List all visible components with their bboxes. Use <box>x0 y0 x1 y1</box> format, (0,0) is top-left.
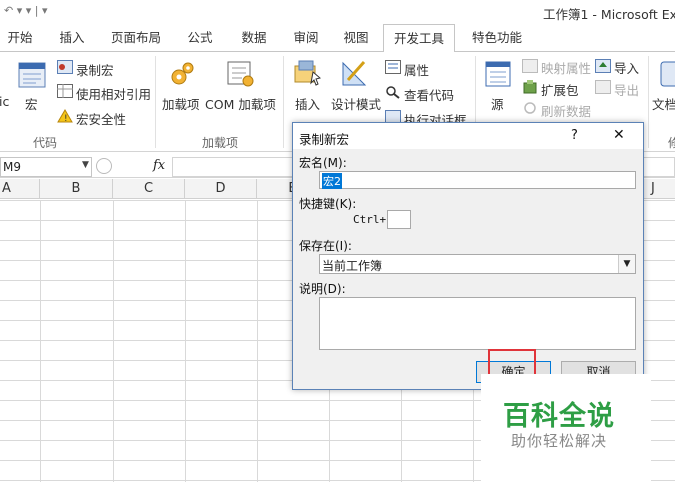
com-addins-button[interactable]: COM 加载项 <box>205 94 276 113</box>
grid-line <box>185 200 186 482</box>
column-header[interactable]: A <box>0 179 40 199</box>
tab-insert[interactable]: 插入 <box>52 24 92 52</box>
design-mode-button[interactable]: 设计模式 <box>331 94 381 113</box>
tab-page-layout[interactable]: 页面布局 <box>106 24 166 52</box>
tab-home[interactable]: 开始 <box>0 24 40 52</box>
map-properties-button[interactable]: 映射属性 <box>541 58 591 77</box>
chevron-down-icon[interactable]: ▼ <box>618 255 635 273</box>
dialog-title-bar: 录制新宏 ? ✕ <box>293 123 643 149</box>
macro-button[interactable]: 宏 <box>25 94 38 113</box>
window-title: 工作簿1 - Microsoft Ex <box>543 7 675 22</box>
com-addins-icon <box>225 60 255 88</box>
expansion-pack-icon <box>522 80 538 94</box>
macro-name-label: 宏名(M): <box>299 156 347 170</box>
cancel-circle-icon[interactable] <box>96 158 112 174</box>
grid-line <box>257 200 258 482</box>
insert-controls-button[interactable]: 插入 <box>295 94 320 113</box>
export-button[interactable]: 导出 <box>614 80 639 99</box>
relative-reference-button[interactable]: 使用相对引用 <box>76 84 151 103</box>
tab-formulas[interactable]: 公式 <box>180 24 220 52</box>
watermark-subtitle: 助你轻松解决 <box>511 432 608 450</box>
tab-review[interactable]: 审阅 <box>286 24 326 52</box>
ribbon-separator <box>648 56 649 148</box>
svg-text:!: ! <box>64 114 68 123</box>
group-modify-label: 修 <box>667 136 675 150</box>
relative-reference-icon <box>57 84 73 98</box>
ribbon-tabs: 开始 插入 页面布局 公式 数据 审阅 视图 开发工具 特色功能 <box>0 24 675 53</box>
view-code-button[interactable]: 查看代码 <box>404 85 454 104</box>
source-button[interactable]: 源 <box>491 94 504 113</box>
import-button[interactable]: 导入 <box>614 58 639 77</box>
record-macro-icon <box>57 60 73 74</box>
tab-data[interactable]: 数据 <box>234 24 274 52</box>
refresh-data-button[interactable]: 刷新数据 <box>541 101 591 120</box>
macro-name-input[interactable]: 宏2 <box>319 171 636 189</box>
description-label: 说明(D): <box>299 282 346 296</box>
ribbon-separator <box>155 56 156 148</box>
macro-security-button[interactable]: 宏安全性 <box>76 109 126 128</box>
grid-line <box>113 200 114 482</box>
column-header[interactable]: C <box>113 179 185 199</box>
design-mode-icon <box>340 58 368 88</box>
watermark-panel: 百科全说 助你轻松解决 <box>481 374 651 482</box>
quick-access-toolbar[interactable]: ↶ ▾ ▾ | ▾ <box>4 4 47 17</box>
ribbon-cut-label[interactable]: ic <box>0 94 9 109</box>
properties-button[interactable]: 属性 <box>404 60 429 79</box>
store-in-select[interactable]: 当前工作簿 ▼ <box>319 254 636 274</box>
shortcut-key-input[interactable] <box>387 210 411 229</box>
properties-icon <box>385 60 401 74</box>
watermark-title: 百科全说 <box>503 401 615 432</box>
map-properties-icon <box>522 59 538 73</box>
ctrl-label: Ctrl+ <box>353 213 387 226</box>
document-panel-icon <box>659 60 675 88</box>
help-button[interactable]: ? <box>571 128 578 143</box>
addins-button[interactable]: 加载项 <box>162 94 200 113</box>
addins-gear-icon <box>168 60 196 88</box>
insert-function-icon[interactable]: fx <box>153 158 165 173</box>
name-box[interactable]: M9 <box>0 157 92 177</box>
refresh-data-icon <box>522 101 538 115</box>
description-textarea[interactable] <box>319 297 636 350</box>
document-panel-button[interactable]: 文档 <box>652 94 675 113</box>
tab-developer[interactable]: 开发工具 <box>383 24 455 53</box>
expansion-pack-button[interactable]: 扩展包 <box>541 80 579 99</box>
macro-icon <box>18 62 46 88</box>
group-code-label: 代码 <box>32 136 57 150</box>
import-icon <box>595 59 611 73</box>
source-icon <box>484 60 512 88</box>
grid-line <box>40 200 41 482</box>
tab-special[interactable]: 特色功能 <box>466 24 528 52</box>
column-header[interactable]: B <box>40 179 113 199</box>
title-bar: ↶ ▾ ▾ | ▾ 工作簿1 - Microsoft Ex <box>0 0 675 24</box>
chevron-down-icon[interactable]: ▼ <box>82 160 89 170</box>
macro-name-value: 宏2 <box>322 173 342 189</box>
store-in-label: 保存在(I): <box>299 239 352 253</box>
record-macro-dialog: 录制新宏 ? ✕ 宏名(M): 宏2 快捷键(K): Ctrl+ 保存在(I):… <box>292 122 644 390</box>
export-icon <box>595 80 611 94</box>
record-macro-button[interactable]: 录制宏 <box>76 60 114 79</box>
shortcut-label: 快捷键(K): <box>299 197 357 211</box>
group-addins-label: 加载项 <box>201 136 238 150</box>
ribbon-separator <box>283 56 284 148</box>
dialog-title: 录制新宏 <box>299 132 350 147</box>
view-code-icon <box>385 85 401 99</box>
insert-controls-icon <box>293 58 322 88</box>
tab-view[interactable]: 视图 <box>336 24 376 52</box>
store-in-value: 当前工作簿 <box>322 259 383 273</box>
warning-icon: ! <box>57 109 73 124</box>
column-header[interactable]: D <box>185 179 257 199</box>
close-icon[interactable]: ✕ <box>613 127 625 143</box>
